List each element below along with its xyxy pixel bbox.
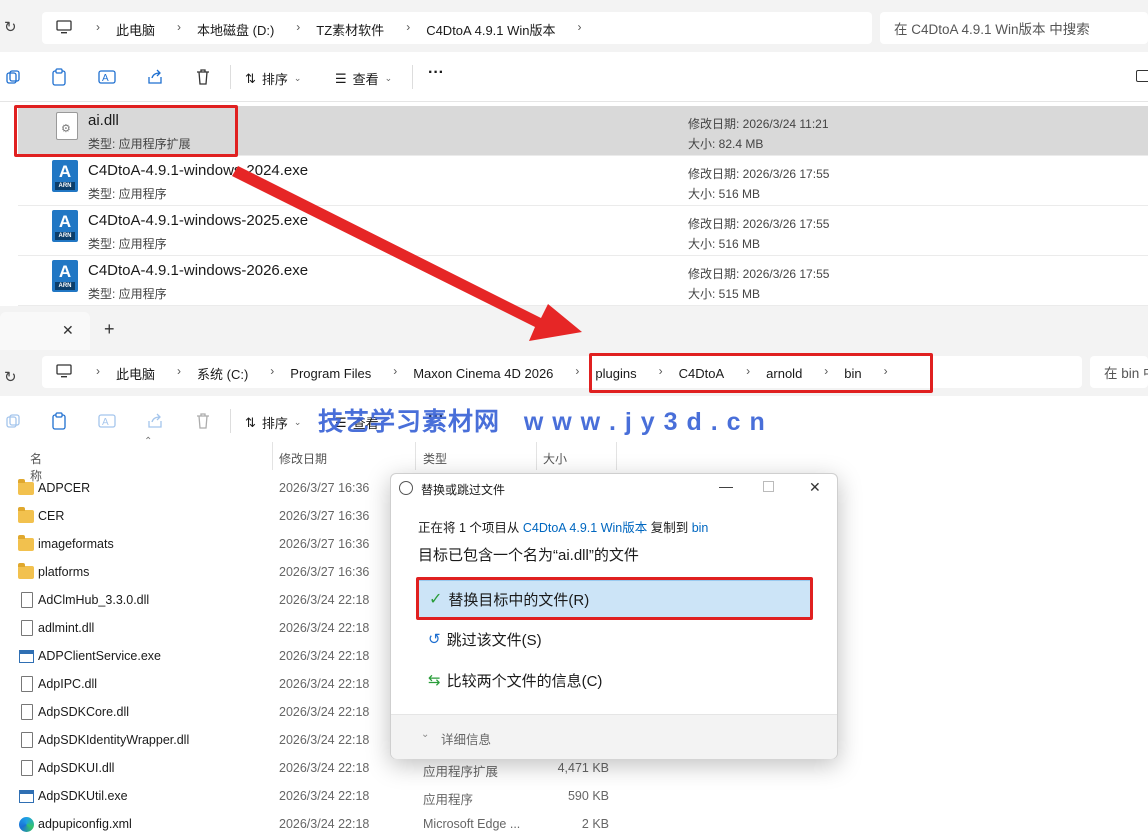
dialog-title: 替换或跳过文件 xyxy=(421,483,506,497)
clock-icon xyxy=(399,481,413,495)
destination-link[interactable]: bin xyxy=(692,521,709,535)
details-toggle[interactable]: 详细信息 xyxy=(441,729,491,748)
source-link[interactable]: C4DtoA 4.9.1 Win版本 xyxy=(523,521,647,535)
dialog-info: 正在将 1 个项目从 C4DtoA 4.9.1 Win版本 复制到 bin xyxy=(418,517,708,536)
maximize-icon xyxy=(763,481,774,492)
info-mid: 复制到 xyxy=(647,521,692,535)
minimize-icon[interactable]: — xyxy=(719,478,733,494)
dialog-heading: 目标已包含一个名为“ai.dll”的文件 xyxy=(418,547,639,564)
skip-option[interactable]: ↺ 跳过该文件(S) xyxy=(418,620,812,658)
info-prefix: 正在将 1 个项目从 xyxy=(418,521,523,535)
highlight-replace-option xyxy=(416,577,813,620)
compare-icon: ⇆ xyxy=(428,672,441,689)
compare-label: 比较两个文件的信息(C) xyxy=(446,672,603,690)
skip-label: 跳过该文件(S) xyxy=(446,631,542,649)
compare-option[interactable]: ⇆ 比较两个文件的信息(C) xyxy=(418,661,812,699)
chevron-down-icon[interactable]: ⌄ xyxy=(421,729,429,740)
skip-icon: ↺ xyxy=(428,631,441,648)
close-dialog-icon[interactable]: ✕ xyxy=(809,479,821,496)
dialog-footer: ⌄ 详细信息 xyxy=(391,714,837,759)
